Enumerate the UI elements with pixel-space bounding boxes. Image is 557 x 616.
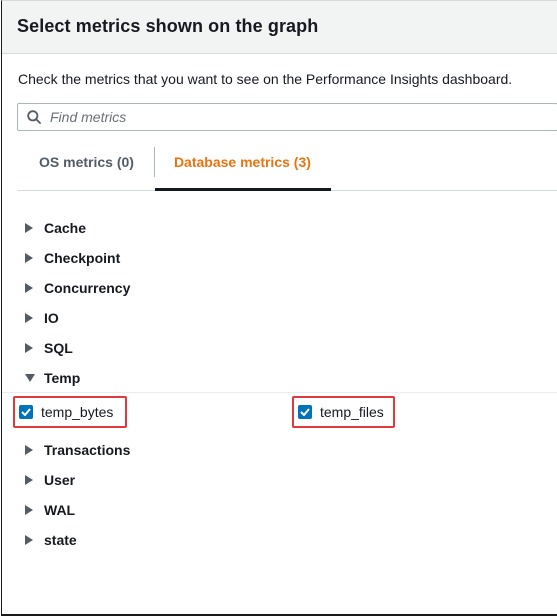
caret-right-icon bbox=[25, 473, 39, 487]
group-temp[interactable]: Temp bbox=[2, 363, 557, 393]
search-box[interactable] bbox=[17, 103, 557, 131]
checkbox-checked-icon[interactable] bbox=[298, 405, 312, 419]
caret-right-icon bbox=[25, 281, 39, 295]
tab-database-metrics[interactable]: Database metrics (3) bbox=[154, 145, 331, 191]
metric-temp-bytes[interactable]: temp_bytes bbox=[13, 396, 127, 428]
group-label: SQL bbox=[44, 340, 73, 356]
caret-right-icon bbox=[25, 221, 39, 235]
caret-right-icon bbox=[25, 311, 39, 325]
group-label: Cache bbox=[44, 220, 87, 236]
caret-right-icon bbox=[25, 251, 39, 265]
modal-title: Select metrics shown on the graph bbox=[17, 16, 319, 36]
temp-metrics-row: temp_bytes temp_files bbox=[2, 393, 557, 435]
metric-label: temp_files bbox=[320, 404, 384, 420]
metrics-tree: Cache Checkpoint Concurrency IO SQL Temp bbox=[2, 213, 557, 555]
metric-temp-files[interactable]: temp_files bbox=[292, 396, 395, 428]
group-transactions[interactable]: Transactions bbox=[2, 435, 557, 465]
modal-header: Select metrics shown on the graph bbox=[2, 1, 557, 54]
group-label: User bbox=[44, 472, 76, 488]
group-concurrency[interactable]: Concurrency bbox=[2, 273, 557, 303]
group-cache[interactable]: Cache bbox=[2, 213, 557, 243]
caret-right-icon bbox=[25, 443, 39, 457]
group-label: Temp bbox=[44, 369, 81, 386]
group-user[interactable]: User bbox=[2, 465, 557, 495]
metric-label: temp_bytes bbox=[41, 404, 114, 420]
caret-right-icon bbox=[25, 503, 39, 517]
group-label: state bbox=[44, 532, 77, 548]
search-input[interactable] bbox=[50, 105, 557, 129]
group-io[interactable]: IO bbox=[2, 303, 557, 333]
group-label: WAL bbox=[44, 502, 76, 518]
metrics-tabs: OS metrics (0) Database metrics (3) bbox=[17, 145, 557, 191]
group-label: Concurrency bbox=[44, 280, 131, 296]
caret-right-icon bbox=[25, 341, 39, 355]
group-checkpoint[interactable]: Checkpoint bbox=[2, 243, 557, 273]
group-label: Transactions bbox=[44, 442, 131, 458]
modal-description: Check the metrics that you want to see o… bbox=[18, 71, 513, 87]
tab-os-metrics[interactable]: OS metrics (0) bbox=[17, 145, 154, 190]
caret-down-icon bbox=[25, 371, 39, 385]
group-sql[interactable]: SQL bbox=[2, 333, 557, 363]
group-label: Checkpoint bbox=[44, 250, 121, 266]
select-metrics-modal: Select metrics shown on the graph Check … bbox=[1, 0, 557, 616]
checkbox-checked-icon[interactable] bbox=[19, 405, 33, 419]
group-wal[interactable]: WAL bbox=[2, 495, 557, 525]
group-label: IO bbox=[44, 310, 59, 326]
group-state[interactable]: state bbox=[2, 525, 557, 555]
search-icon bbox=[18, 104, 50, 130]
caret-right-icon bbox=[25, 533, 39, 547]
